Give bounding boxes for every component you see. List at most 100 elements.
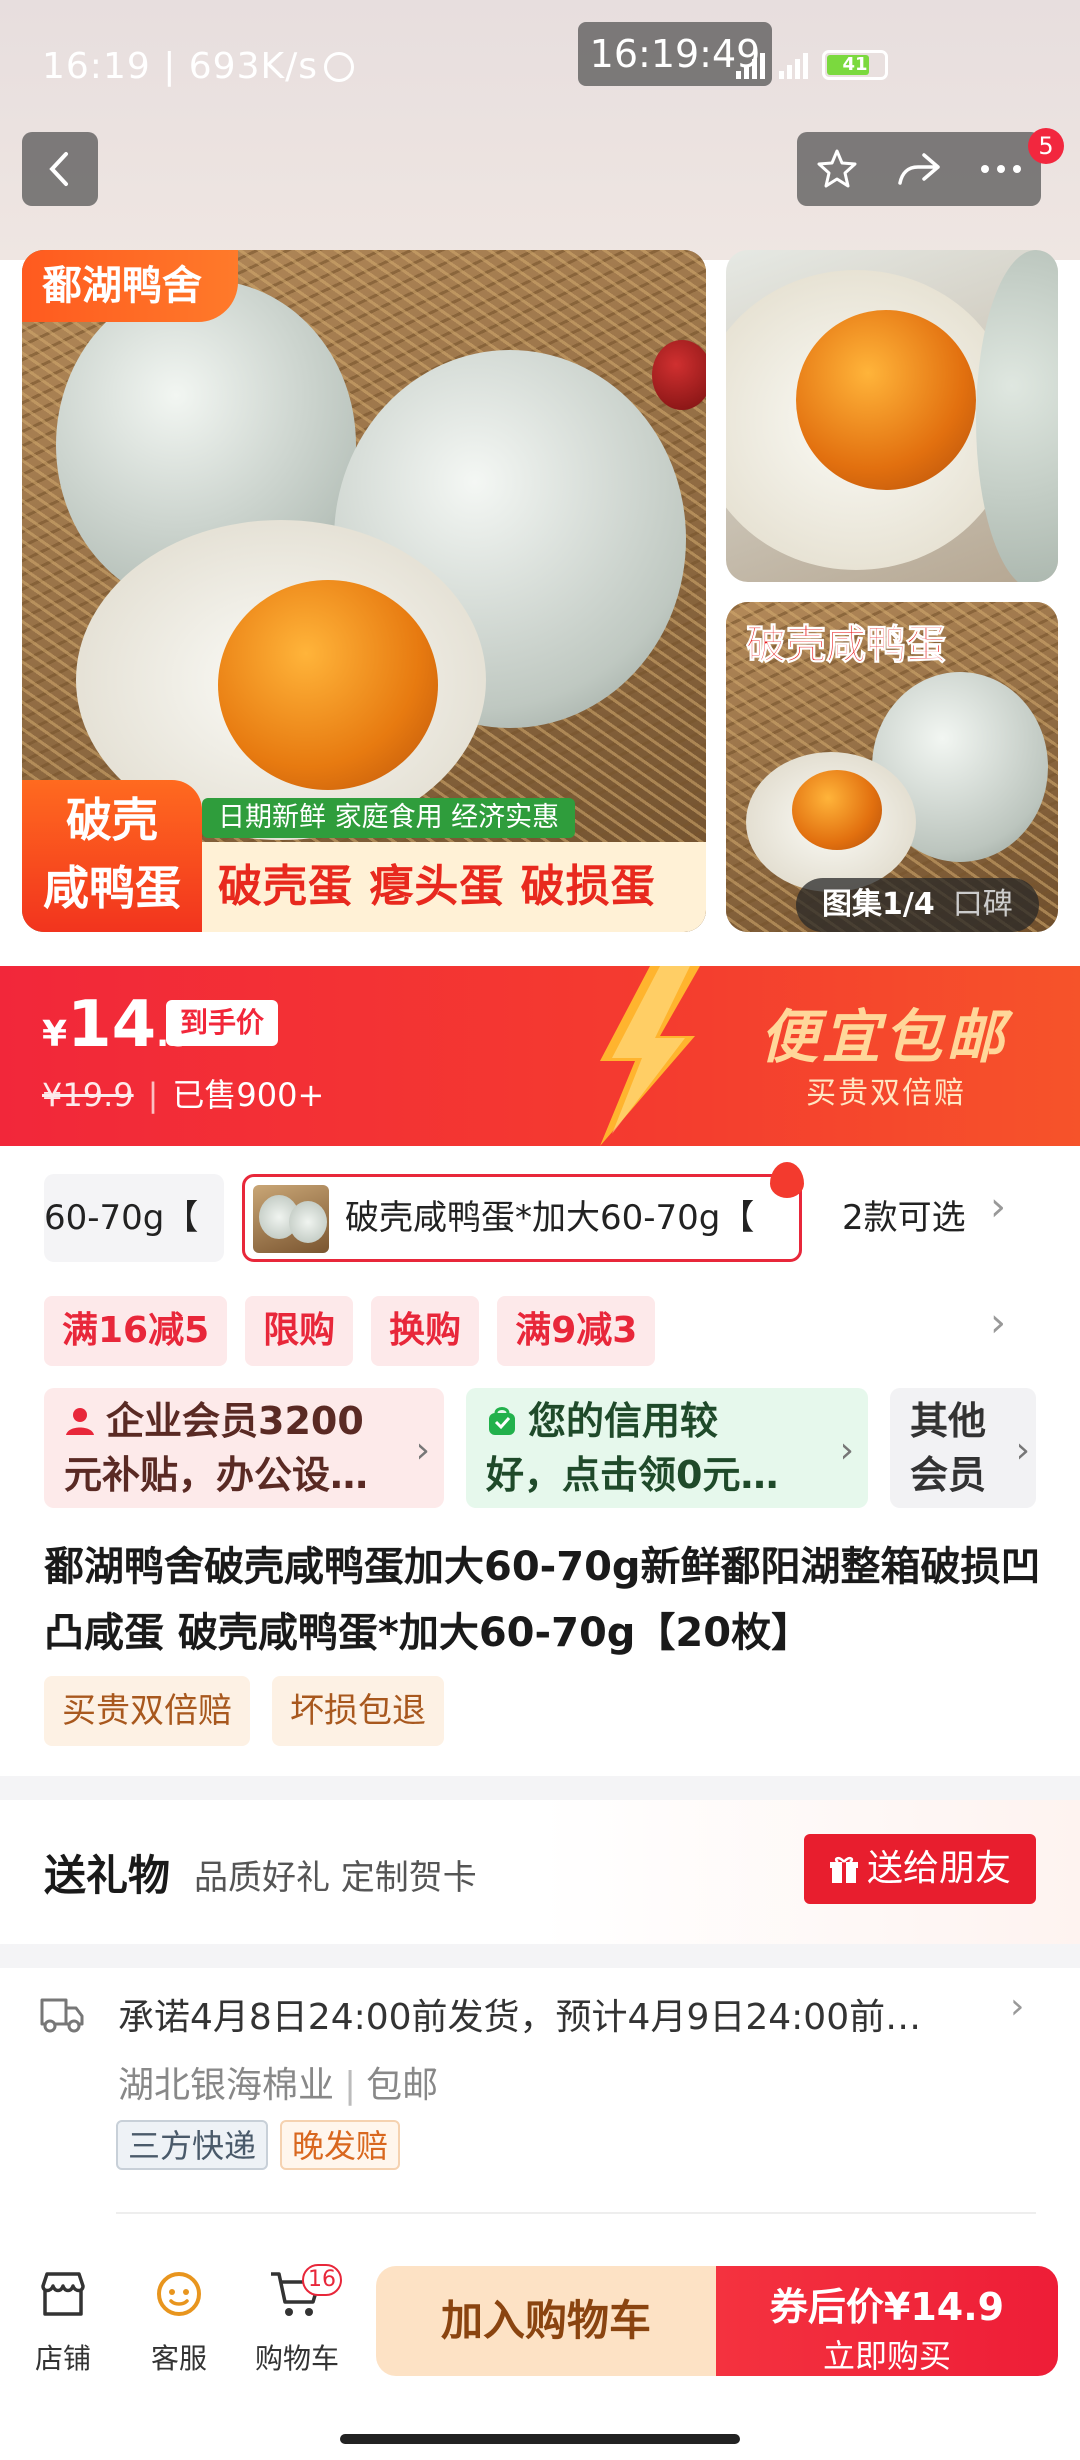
service-tags: 买贵双倍赔 坏损包退 <box>44 1676 444 1746</box>
chevron-right-icon: › <box>839 1430 854 1471</box>
buy-now-label: 立即购买 <box>822 2337 951 2375</box>
send-gift-label: 送给朋友 <box>866 1848 1011 1889</box>
section-gap-2 <box>0 1944 1080 1968</box>
big-label-line1: 破壳 <box>66 793 158 847</box>
coupon-row: 满16减5 限购 换购 满9减3 <box>44 1296 656 1366</box>
thumbnail-title: 破壳咸鸭蛋 <box>746 622 947 669</box>
shipping-origin: 湖北银海棉业 <box>118 2065 335 2106</box>
shipping-tags: 三方快递 晚发赔 <box>116 2120 401 2170</box>
enterprise-member-card[interactable]: 企业会员3200 元补贴，办公设… › <box>44 1388 444 1508</box>
egg-yolk <box>218 580 438 790</box>
gift-icon <box>829 1856 858 1883</box>
service-label: 客服 <box>150 2342 207 2375</box>
bag-icon <box>489 1407 515 1435</box>
store-icon <box>41 2272 85 2316</box>
chevron-right-icon: › <box>1010 1986 1025 2027</box>
free-shipping: 包邮 <box>366 2065 439 2106</box>
sku-option-selected[interactable]: 破壳咸鸭蛋*加大60-70g【 <box>242 1174 802 1262</box>
store-label: 店铺 <box>34 2342 91 2375</box>
cart-button[interactable]: 16 购物车 <box>252 2264 342 2377</box>
big-label-line2: 咸鸭蛋 <box>43 861 181 915</box>
coupon-2[interactable]: 限购 <box>245 1296 354 1366</box>
thumb1-yolk <box>796 310 976 490</box>
main-product-image[interactable]: 鄱湖鸭舍 破壳 咸鸭蛋 日期新鲜 家庭食用 经济实惠 破壳蛋 瘪头蛋 破损蛋 <box>22 250 706 932</box>
buy-now-button[interactable]: 券后价¥14.9 立即购买 <box>716 2266 1058 2376</box>
thumbnail-1[interactable] <box>726 250 1058 582</box>
signal-icon-2 <box>779 51 808 79</box>
battery-level: 41 <box>842 54 868 75</box>
sub-banner: 日期新鲜 家庭食用 经济实惠 <box>202 798 576 838</box>
fire-icon <box>770 1162 804 1198</box>
star-icon[interactable] <box>815 147 859 191</box>
chevron-right-icon: › <box>415 1430 430 1471</box>
send-gift-button[interactable]: 送给朋友 <box>804 1834 1036 1904</box>
chevron-left-icon <box>49 152 68 186</box>
coupon-chevron-icon[interactable]: › <box>990 1300 1006 1346</box>
more-icon[interactable] <box>979 163 1023 175</box>
sku-selector: 60-70g【 破壳咸鸭蛋*加大60-70g【 2款可选 › <box>0 1162 1080 1268</box>
enterprise-line2: 元补贴，办公设… <box>64 1453 369 1497</box>
cart-label: 购物车 <box>254 2342 339 2375</box>
service-button[interactable]: 客服 <box>134 2268 224 2377</box>
sold-count: 已售900+ <box>172 1076 325 1114</box>
gallery-counter[interactable]: 图集1/4 口碑 <box>796 878 1039 932</box>
header-actions <box>797 132 1041 206</box>
sku-option-prev[interactable]: 60-70g【 <box>44 1174 224 1262</box>
coupon-price: 券后价¥14.9 <box>769 2285 1005 2329</box>
cart-count: 16 <box>302 2264 342 2296</box>
section-gap <box>0 1776 1080 1800</box>
store-button[interactable]: 店铺 <box>18 2268 108 2377</box>
big-label: 破壳 咸鸭蛋 <box>22 780 202 932</box>
gallery-word: 口碑 <box>952 887 1013 922</box>
date-fruit <box>652 340 706 410</box>
status-bar: 16:19 | 693K/s 16:19:49 41 <box>0 0 1080 130</box>
credit-card[interactable]: 您的信用较 好，点击领0元… › <box>466 1388 868 1508</box>
bottom-action-bar: 店铺 客服 16 购物车 加入购物车 券后价¥14.9 立即购买 <box>0 2246 1080 2460</box>
notification-badge: 5 <box>1028 128 1064 164</box>
divider <box>116 2212 1036 2214</box>
status-time: 16:19 <box>42 46 151 87</box>
share-icon[interactable] <box>896 149 942 189</box>
bottom-strip: 破壳蛋 瘪头蛋 破损蛋 <box>202 842 706 932</box>
product-detail-page: 16:19 | 693K/s 16:19:49 41 5 鄱湖鸭舍 破壳 咸鸭蛋… <box>0 0 1080 2460</box>
sku-count[interactable]: 2款可选 <box>842 1174 966 1262</box>
price-tag: 到手价 <box>166 1000 279 1046</box>
thumbnail-2[interactable]: 破壳咸鸭蛋 图集1/4 口碑 <box>726 602 1058 932</box>
chevron-right-icon[interactable]: › <box>990 1184 1006 1230</box>
original-price: ¥19.9 <box>42 1076 134 1114</box>
promo-subtitle: 买贵双倍赔 <box>806 1076 966 1111</box>
shipping-tag-1: 三方快递 <box>116 2120 269 2170</box>
shipping-origin-row: 湖北银海棉业 | 包邮 <box>118 2056 438 2108</box>
service-tag-1[interactable]: 买贵双倍赔 <box>44 1676 250 1746</box>
alarm-icon <box>323 52 354 82</box>
product-title: 鄱湖鸭舍破壳咸鸭蛋加大60-70g新鲜鄱阳湖整箱破损凹凸咸蛋 破壳咸鸭蛋*加大6… <box>44 1544 1041 1656</box>
separator: | <box>147 1076 159 1114</box>
person-icon <box>66 1408 94 1435</box>
truck-icon <box>40 1998 84 2033</box>
thumb1-egg-right <box>976 250 1058 582</box>
gift-subtitle: 品质好礼 定制贺卡 <box>194 1858 477 1898</box>
coupon-3[interactable]: 换购 <box>371 1296 480 1366</box>
status-left: 16:19 | 693K/s <box>42 46 354 87</box>
shipping-section[interactable]: 承诺4月8日24:00前发货，预计4月9日24:00前… › 湖北银海棉业 | 包邮… <box>0 1968 1080 2218</box>
other-member-card[interactable]: 其他 会员 › <box>890 1388 1036 1508</box>
price-currency: ¥ <box>42 1014 68 1055</box>
shipping-promise: 承诺4月8日24:00前发货，预计4月9日24:00前… <box>118 1997 922 2038</box>
coupon-1[interactable]: 满16减5 <box>44 1296 228 1366</box>
sku-thumb-egg2 <box>289 1201 327 1243</box>
price-banner: ¥14.9 到手价 ¥19.9|已售900+ 便宜包邮 买贵双倍赔 <box>0 966 1080 1146</box>
price-integer: 14 <box>67 988 157 1062</box>
credit-line1: 您的信用较 <box>486 1394 868 1448</box>
status-speed: 693K/s <box>188 46 318 87</box>
lightning-icon <box>600 966 700 1146</box>
service-tag-2[interactable]: 坏损包退 <box>272 1676 444 1746</box>
back-button[interactable] <box>22 132 98 206</box>
home-indicator <box>340 2434 740 2444</box>
add-to-cart-button[interactable]: 加入购物车 <box>376 2266 716 2376</box>
battery-icon: 41 <box>822 50 888 80</box>
coupon-4[interactable]: 满9减3 <box>497 1296 656 1366</box>
brand-tag: 鄱湖鸭舍 <box>22 250 238 322</box>
gift-title: 送礼物 <box>44 1851 171 1900</box>
gallery-label: 图集1/4 <box>822 887 935 922</box>
sku-thumbnail <box>253 1185 329 1253</box>
